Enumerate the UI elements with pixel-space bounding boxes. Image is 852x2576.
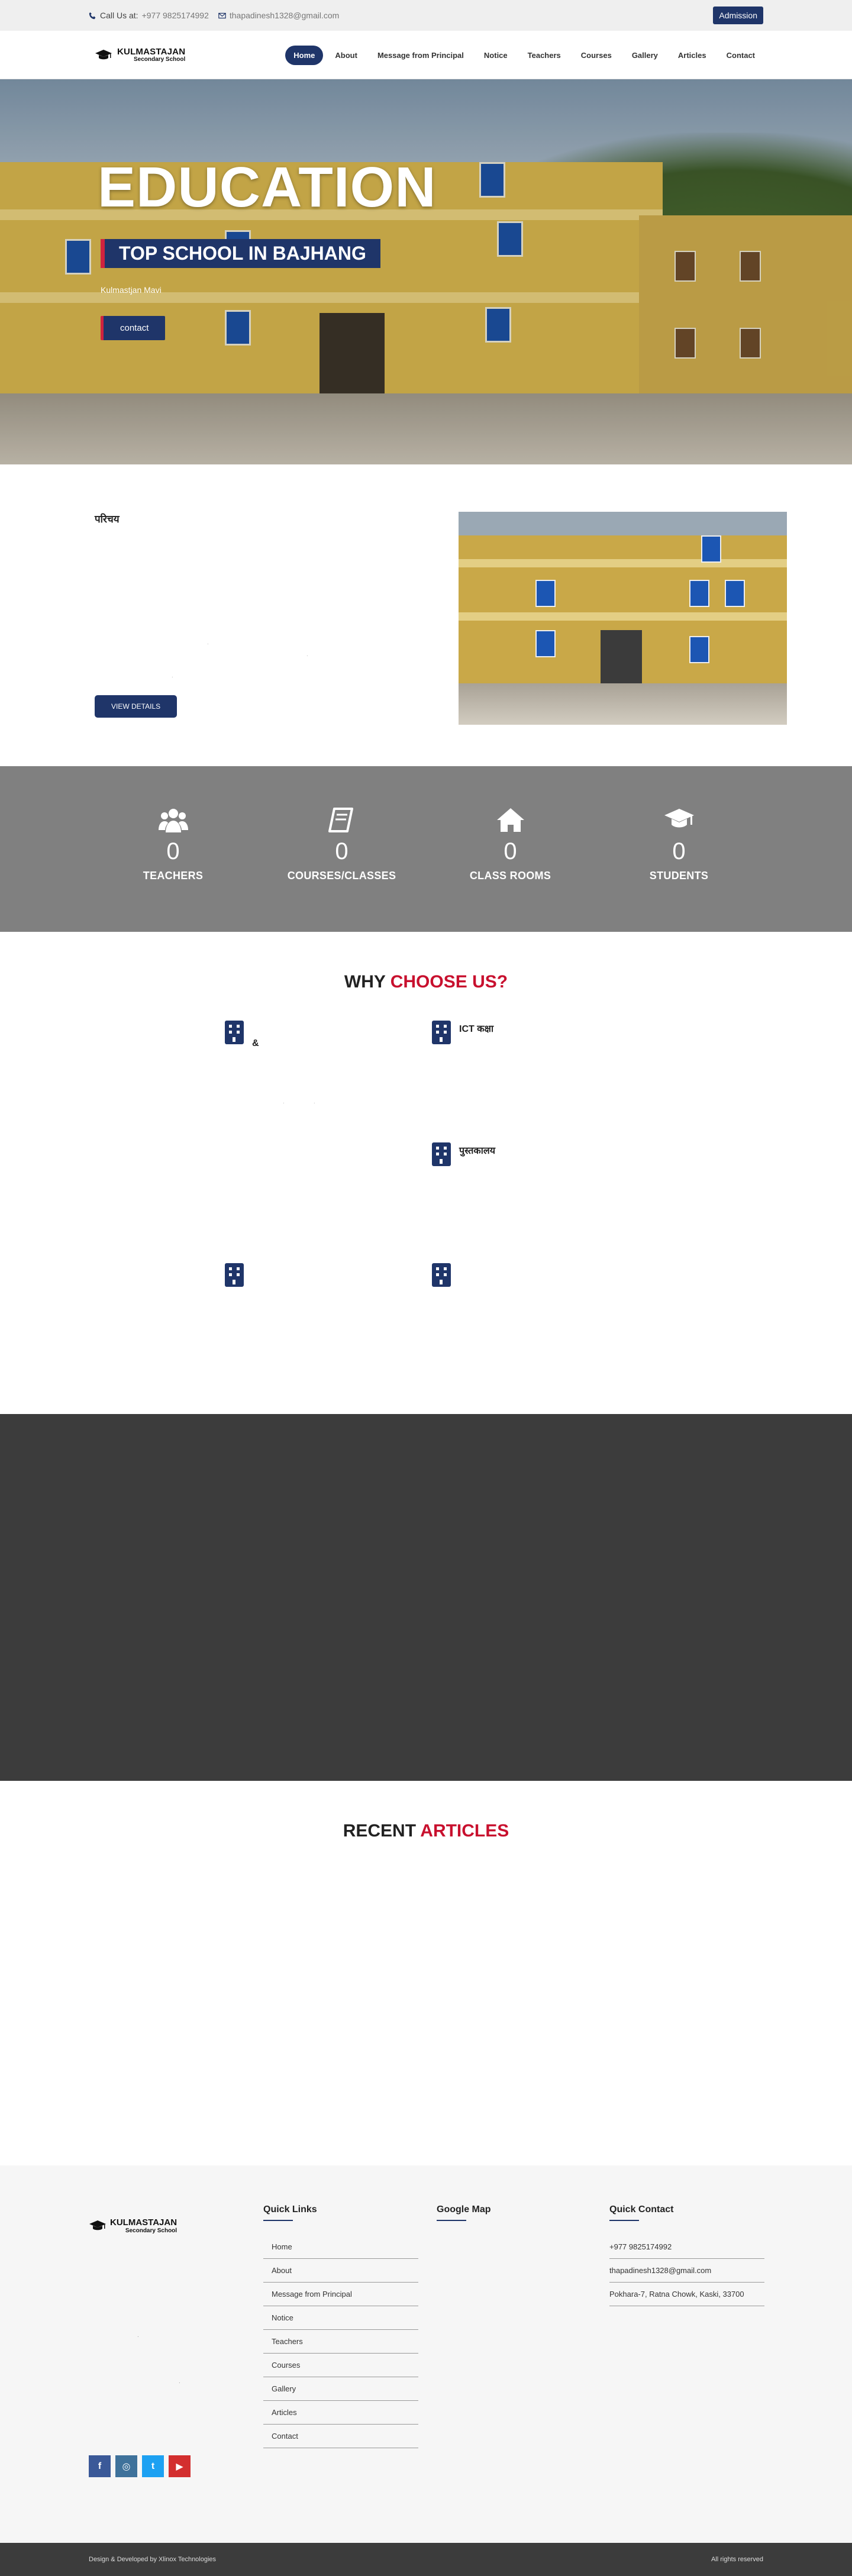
- stat-courses-label: COURSES/CLASSES: [287, 870, 396, 882]
- view-details-button[interactable]: VIEW DETAILS: [95, 695, 178, 718]
- nav-item-courses[interactable]: Courses: [573, 46, 620, 65]
- hero-subtitle: TOP SCHOOL IN BAJHANG: [101, 239, 380, 268]
- articles-title: RECENT ARTICLES: [343, 1821, 509, 1841]
- home-icon: [496, 808, 524, 832]
- site-logo[interactable]: KULMASTAJAN Secondary School: [95, 47, 185, 63]
- feature-item: पुस्तकालय: [432, 1142, 495, 1166]
- feature-item: &: [225, 1021, 259, 1049]
- feature-title: &: [252, 1038, 259, 1048]
- stat-courses-value: 0: [335, 838, 348, 864]
- stat-teachers-value: 0: [166, 838, 180, 864]
- stat-courses: 0 COURSES/CLASSES: [257, 766, 426, 932]
- stat-students: 0 STUDENTS: [595, 766, 763, 932]
- footer-link-gallery[interactable]: Gallery: [263, 2377, 418, 2401]
- main-navbar: KULMASTAJAN Secondary School Home About …: [0, 31, 852, 79]
- stat-teachers: 0 TEACHERS: [89, 766, 257, 932]
- nav-item-about[interactable]: About: [327, 46, 366, 65]
- social-links: f ◎ t ▶: [89, 2455, 191, 2477]
- hero-banner: EDUCATION TOP SCHOOL IN BAJHANG Kulmastj…: [0, 79, 852, 464]
- hero-location: Kulmastjan Mavi: [101, 285, 162, 295]
- footer-link-contact[interactable]: Contact: [263, 2425, 418, 2448]
- about-section: परिचय . . . VIEW DETAILS: [0, 464, 852, 766]
- top-bar: Call Us at: +977 9825174992 thapadinesh1…: [0, 0, 852, 31]
- brand-subtitle: Secondary School: [134, 56, 186, 63]
- bottom-bar: Design & Developed by Xlinox Technologie…: [0, 2543, 852, 2576]
- nav-item-contact[interactable]: Contact: [718, 46, 763, 65]
- footer-contact-address: Pokhara-7, Ratna Chowk, Kaski, 33700: [609, 2283, 764, 2306]
- stat-classrooms: 0 CLASS ROOMS: [426, 766, 595, 932]
- dark-banner-section: [0, 1414, 852, 1781]
- footer-link-home[interactable]: Home: [263, 2235, 418, 2259]
- graduation-cap-icon: [89, 2220, 106, 2230]
- hero-contact-button[interactable]: contact: [101, 316, 166, 340]
- building-icon: [432, 1021, 451, 1044]
- footer-quick-contact: Quick Contact +977 9825174992 thapadines…: [609, 2204, 764, 2306]
- stat-students-value: 0: [672, 838, 686, 864]
- call-prefix: Call Us at:: [100, 11, 138, 20]
- footer-contact-phone[interactable]: +977 9825174992: [609, 2235, 764, 2259]
- youtube-icon[interactable]: ▶: [169, 2455, 191, 2477]
- footer-google-map: Google Map: [437, 2204, 491, 2221]
- graduation-cap-icon: [95, 50, 112, 60]
- footer-link-courses[interactable]: Courses: [263, 2354, 418, 2377]
- developer-credit[interactable]: Design & Developed by Xlinox Technologie…: [89, 2556, 216, 2563]
- stats-section: 0 TEACHERS 0 COURSES/CLASSES 0 CLASS ROO…: [0, 766, 852, 932]
- twitter-icon[interactable]: t: [142, 2455, 164, 2477]
- building-icon: [225, 1263, 244, 1287]
- facebook-icon[interactable]: f: [89, 2455, 111, 2477]
- about-heading: परिचय: [95, 514, 120, 525]
- copyright-text: All rights reserved: [711, 2556, 763, 2563]
- quick-contact-title: Quick Contact: [609, 2204, 674, 2215]
- hero-title: EDUCATION: [98, 156, 437, 219]
- footer-brand-subtitle: Secondary School: [125, 2228, 178, 2234]
- building-icon: [432, 1142, 451, 1166]
- quick-links-title: Quick Links: [263, 2204, 317, 2215]
- email-address: thapadinesh1328@gmail.com: [229, 11, 340, 20]
- why-choose-us-section: WHY CHOOSE US? & ICT कक्षा . . पुस्तकालय: [0, 932, 852, 1414]
- nav-item-message-from-principal[interactable]: Message from Principal: [369, 46, 472, 65]
- footer-link-about[interactable]: About: [263, 2259, 418, 2283]
- users-icon: [158, 809, 188, 832]
- instagram-icon[interactable]: ◎: [115, 2455, 137, 2477]
- footer-brand-name: KULMASTAJAN: [110, 2217, 178, 2228]
- nav-menu: Home About Message from Principal Notice…: [285, 45, 763, 65]
- nav-item-teachers[interactable]: Teachers: [519, 46, 569, 65]
- footer-quick-links: Quick Links Home About Message from Prin…: [263, 2204, 418, 2448]
- phone-icon: [89, 12, 96, 19]
- envelope-icon: [218, 12, 226, 18]
- feature-title: ICT कक्षा: [459, 1024, 494, 1034]
- feature-item: [432, 1263, 459, 1287]
- stat-classrooms-value: 0: [504, 838, 517, 864]
- topbar-phone[interactable]: Call Us at: +977 9825174992: [89, 11, 209, 20]
- brand-name: KULMASTAJAN: [117, 46, 186, 57]
- footer-contact-email[interactable]: thapadinesh1328@gmail.com: [609, 2259, 764, 2283]
- stat-teachers-label: TEACHERS: [143, 870, 204, 882]
- nav-item-home[interactable]: Home: [285, 45, 324, 65]
- recent-articles-section: RECENT ARTICLES: [0, 1781, 852, 2165]
- footer-link-teachers[interactable]: Teachers: [263, 2330, 418, 2354]
- nav-item-articles[interactable]: Articles: [670, 46, 715, 65]
- topbar-email[interactable]: thapadinesh1328@gmail.com: [218, 11, 339, 20]
- nav-item-notice[interactable]: Notice: [476, 46, 516, 65]
- footer: KULMASTAJAN Secondary School . . f ◎ t ▶…: [0, 2165, 852, 2543]
- feature-title: पुस्तकालय: [459, 1146, 495, 1156]
- book-icon: [328, 808, 353, 832]
- feature-item: [225, 1263, 252, 1287]
- footer-logo[interactable]: KULMASTAJAN Secondary School: [89, 2217, 177, 2234]
- footer-link-notice[interactable]: Notice: [263, 2306, 418, 2330]
- graduation-cap-icon: [664, 809, 694, 828]
- building-icon: [432, 1263, 451, 1287]
- stat-students-label: STUDENTS: [649, 870, 709, 882]
- phone-number: +977 9825174992: [141, 11, 209, 20]
- google-map-title: Google Map: [437, 2204, 491, 2215]
- feature-item: ICT कक्षा: [432, 1021, 493, 1044]
- about-school-image: [459, 512, 787, 725]
- admission-button[interactable]: Admission: [713, 7, 763, 24]
- building-icon: [225, 1021, 244, 1044]
- stat-classrooms-label: CLASS ROOMS: [469, 870, 551, 882]
- why-title: WHY CHOOSE US?: [344, 972, 508, 992]
- nav-item-gallery[interactable]: Gallery: [624, 46, 666, 65]
- footer-link-message-from-principal[interactable]: Message from Principal: [263, 2283, 418, 2306]
- footer-link-articles[interactable]: Articles: [263, 2401, 418, 2425]
